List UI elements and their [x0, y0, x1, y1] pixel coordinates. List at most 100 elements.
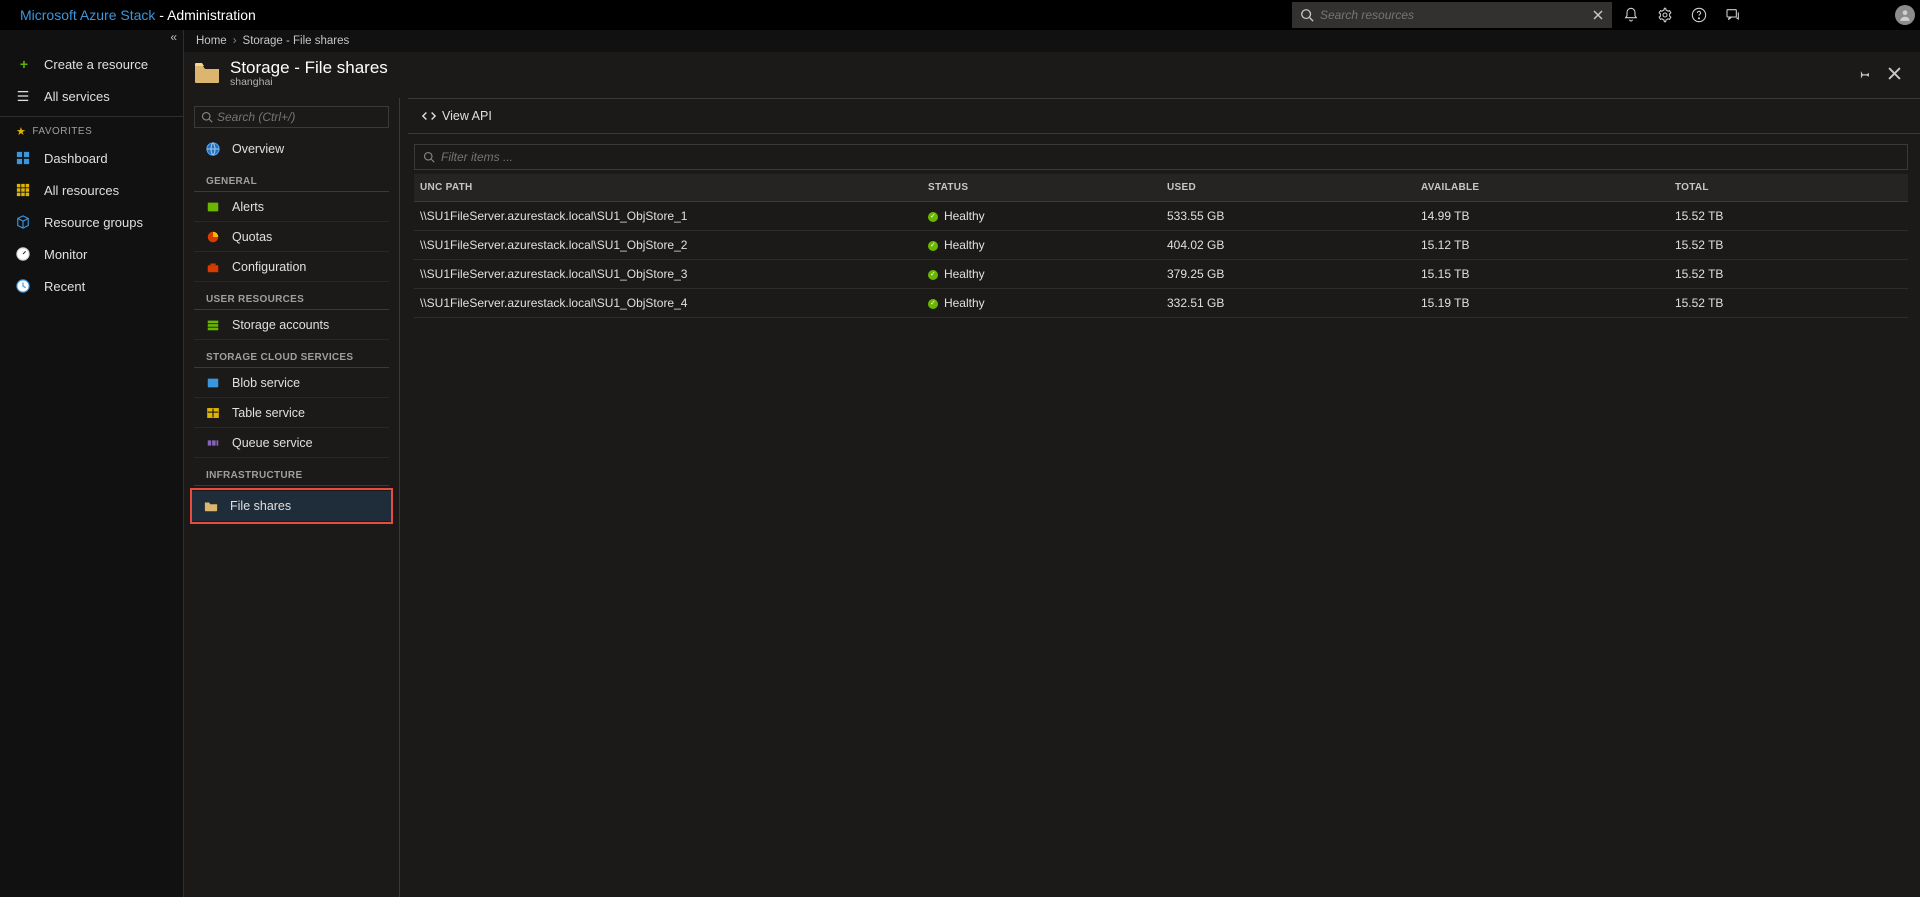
- nav-all-resources[interactable]: All resources: [0, 174, 183, 206]
- cell-status: Healthy: [922, 231, 1161, 260]
- nav-monitor[interactable]: Monitor: [0, 238, 183, 270]
- grid-icon: [16, 183, 32, 197]
- favorites-header: ★ FAVORITES: [0, 117, 183, 142]
- section-user-resources-header: USER RESOURCES: [194, 282, 389, 310]
- nav-dashboard[interactable]: Dashboard: [0, 142, 183, 174]
- collapse-nav-button[interactable]: «: [0, 30, 183, 48]
- col-used[interactable]: USED: [1161, 174, 1415, 202]
- alert-icon: [206, 200, 222, 214]
- settings-button[interactable]: [1648, 0, 1682, 30]
- cell-total: 15.52 TB: [1669, 289, 1908, 318]
- table-row[interactable]: \\SU1FileServer.azurestack.local\SU1_Obj…: [414, 260, 1908, 289]
- toolbox-icon: [206, 260, 222, 274]
- breadcrumb-current: Storage - File shares: [243, 35, 350, 47]
- chevron-right-icon: ›: [233, 35, 237, 47]
- command-bar: View API: [408, 98, 1920, 134]
- global-search[interactable]: [1292, 2, 1612, 28]
- breadcrumb: Home › Storage - File shares: [184, 30, 1920, 52]
- filter-input[interactable]: [441, 150, 1899, 164]
- cell-total: 15.52 TB: [1669, 202, 1908, 231]
- plus-icon: +: [16, 56, 32, 72]
- blade-item-file-shares[interactable]: File shares: [192, 491, 391, 521]
- table-icon: [206, 406, 222, 420]
- breadcrumb-home[interactable]: Home: [196, 35, 227, 47]
- nav-recent[interactable]: Recent: [0, 270, 183, 302]
- help-button[interactable]: [1682, 0, 1716, 30]
- cell-used: 404.02 GB: [1161, 231, 1415, 260]
- create-resource-label: Create a resource: [44, 57, 148, 72]
- folder-icon: [204, 499, 220, 513]
- blob-icon: [206, 376, 222, 390]
- cube-icon: [16, 215, 32, 229]
- col-available[interactable]: AVAILABLE: [1415, 174, 1669, 202]
- cell-used: 332.51 GB: [1161, 289, 1415, 318]
- left-nav: « + Create a resource All services ★ FAV…: [0, 30, 184, 897]
- col-unc[interactable]: UNC PATH: [414, 174, 922, 202]
- gauge-icon: [16, 247, 32, 261]
- gear-icon: [1657, 7, 1673, 23]
- section-general-header: GENERAL: [194, 164, 389, 192]
- cell-available: 15.12 TB: [1415, 231, 1669, 260]
- blade-item-table-service[interactable]: Table service: [194, 398, 389, 428]
- blade-search-input[interactable]: [217, 110, 382, 124]
- folder-icon: [194, 62, 220, 84]
- cell-status: Healthy: [922, 289, 1161, 318]
- help-icon: [1691, 7, 1707, 23]
- view-api-button[interactable]: View API: [422, 109, 492, 123]
- pie-icon: [206, 230, 222, 244]
- cell-total: 15.52 TB: [1669, 260, 1908, 289]
- close-blade-button[interactable]: [1884, 63, 1904, 83]
- nav-resource-groups[interactable]: Resource groups: [0, 206, 183, 238]
- blade-header: Storage - File shares shanghai: [184, 52, 1920, 98]
- tenant-name: Administration: [167, 7, 256, 23]
- pin-icon: [1857, 66, 1871, 80]
- blade-item-alerts[interactable]: Alerts: [194, 192, 389, 222]
- blade-item-configuration[interactable]: Configuration: [194, 252, 389, 282]
- healthy-icon: [928, 241, 938, 251]
- feedback-button[interactable]: [1716, 0, 1750, 30]
- product-name: Microsoft Azure Stack: [20, 7, 155, 23]
- section-storage-cloud-header: STORAGE CLOUD SERVICES: [194, 340, 389, 368]
- blade-item-blob-service[interactable]: Blob service: [194, 368, 389, 398]
- feedback-icon: [1725, 7, 1741, 23]
- account-button[interactable]: [1890, 0, 1920, 30]
- healthy-icon: [928, 212, 938, 222]
- blade-item-overview[interactable]: Overview: [194, 134, 389, 164]
- blade-search[interactable]: [194, 106, 389, 128]
- clear-search-icon[interactable]: [1592, 9, 1604, 21]
- all-services-button[interactable]: All services: [0, 80, 183, 112]
- notifications-button[interactable]: [1614, 0, 1648, 30]
- blade-menu: Overview GENERAL Alerts Quotas: [184, 98, 400, 897]
- blade-title: Storage - File shares: [230, 58, 388, 78]
- filter-box[interactable]: [414, 144, 1908, 170]
- blade-item-queue-service[interactable]: Queue service: [194, 428, 389, 458]
- blade-item-quotas[interactable]: Quotas: [194, 222, 389, 252]
- blade-item-storage-accounts[interactable]: Storage accounts: [194, 310, 389, 340]
- file-shares-table: UNC PATH STATUS USED AVAILABLE TOTAL \\S…: [414, 174, 1908, 318]
- cell-used: 379.25 GB: [1161, 260, 1415, 289]
- table-row[interactable]: \\SU1FileServer.azurestack.local\SU1_Obj…: [414, 202, 1908, 231]
- bell-icon: [1623, 7, 1639, 23]
- global-search-input[interactable]: [1320, 8, 1592, 22]
- search-icon: [423, 151, 435, 163]
- cell-available: 15.15 TB: [1415, 260, 1669, 289]
- col-total[interactable]: TOTAL: [1669, 174, 1908, 202]
- cell-total: 15.52 TB: [1669, 231, 1908, 260]
- storage-icon: [206, 318, 222, 332]
- code-icon: [422, 109, 436, 123]
- healthy-icon: [928, 299, 938, 309]
- pin-blade-button[interactable]: [1854, 63, 1874, 83]
- table-row[interactable]: \\SU1FileServer.azurestack.local\SU1_Obj…: [414, 289, 1908, 318]
- table-row[interactable]: \\SU1FileServer.azurestack.local\SU1_Obj…: [414, 231, 1908, 260]
- clock-icon: [16, 279, 32, 293]
- star-icon: ★: [16, 125, 26, 138]
- dashboard-icon: [16, 151, 32, 165]
- create-resource-button[interactable]: + Create a resource: [0, 48, 183, 80]
- col-status[interactable]: STATUS: [922, 174, 1161, 202]
- close-icon: [1888, 67, 1901, 80]
- cell-status: Healthy: [922, 202, 1161, 231]
- avatar-icon: [1895, 5, 1915, 25]
- globe-icon: [206, 142, 222, 156]
- list-icon: [16, 89, 32, 103]
- healthy-icon: [928, 270, 938, 280]
